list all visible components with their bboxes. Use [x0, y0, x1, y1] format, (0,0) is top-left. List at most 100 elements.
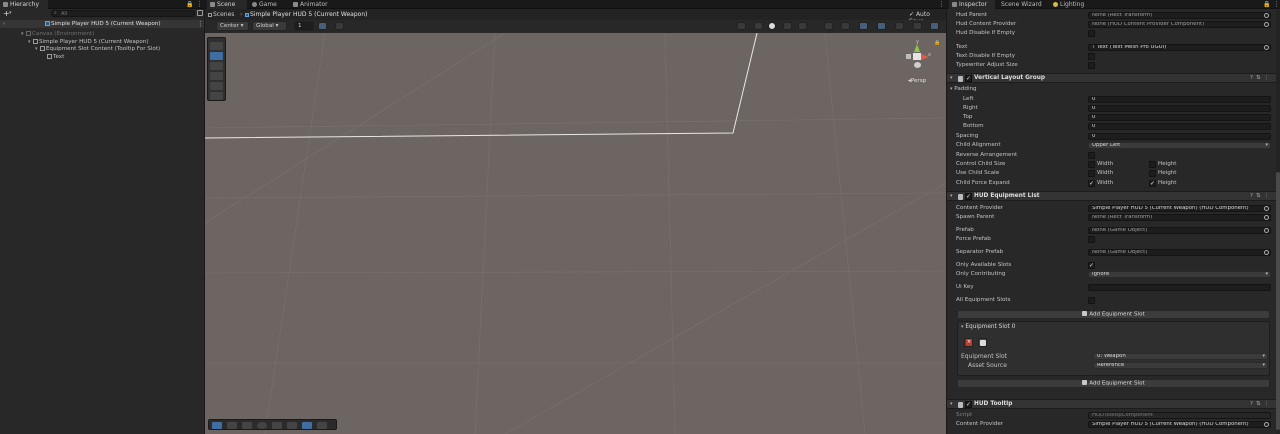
pivot-dropdown[interactable]: Center ▾ [216, 21, 249, 31]
camera-icon[interactable] [859, 22, 868, 30]
object-picker-icon[interactable] [1264, 422, 1269, 427]
gizmos-icon[interactable] [877, 22, 886, 30]
breadcrumb-current[interactable]: Simple Player HUD 5 (Current Weapon) [245, 11, 367, 18]
audio-toggle-icon[interactable] [783, 22, 792, 30]
only-contributing-dropdown[interactable]: Ignore [1088, 271, 1271, 278]
text-field[interactable]: T Text (Text Mesh Pro UGUI) [1088, 44, 1271, 51]
add-equipment-slot-button[interactable]: Add Equipment Slot [957, 310, 1270, 319]
scene-menu-icon[interactable]: ⋮ [938, 0, 945, 8]
overlay-search-icon[interactable] [287, 422, 297, 429]
move-tool-icon[interactable] [210, 52, 223, 60]
hud-content-provider-field[interactable]: None (HUD Content Provider Component) [1088, 21, 1271, 28]
child-alignment-dropdown[interactable]: Upper Left [1088, 142, 1271, 149]
rotate-tool-icon[interactable] [210, 62, 223, 70]
orientation-gizmo[interactable]: y x [903, 39, 933, 75]
back-arrow-icon[interactable]: ‹ [3, 20, 5, 28]
filter-icon[interactable] [197, 10, 203, 16]
scene-root-menu-icon[interactable]: ⋮ [197, 20, 204, 28]
gizmo-lock-icon[interactable]: 🔒 [934, 40, 940, 46]
search-input[interactable]: ⌕ All [51, 10, 195, 17]
overlay-move-icon[interactable] [212, 422, 222, 429]
object-picker-icon[interactable] [1264, 215, 1269, 220]
scene-viewport[interactable]: y x ◂Persp 🔒 [205, 33, 946, 434]
add-equipment-slot-button-2[interactable]: Add Equipment Slot [957, 379, 1270, 388]
object-picker-icon[interactable] [1264, 22, 1269, 27]
tab-scene-wizard[interactable]: Scene Wizard [998, 0, 1046, 9]
all-equipment-slots-checkbox[interactable] [1088, 297, 1095, 304]
component-header-icons[interactable]: ?⇅⋮ [1250, 192, 1272, 201]
component-enabled-checkbox[interactable]: ✓ [965, 401, 972, 408]
tab-lighting[interactable]: Lighting [1050, 0, 1090, 9]
padding-top-input[interactable]: 0 [1088, 114, 1271, 121]
breadcrumb-scenes[interactable]: Scenes [208, 11, 234, 18]
inspector-scroll-thumb[interactable] [1276, 172, 1280, 430]
padding-right-input[interactable]: 0 [1088, 105, 1271, 112]
component-header-icons[interactable]: ?⇅⋮ [1250, 400, 1272, 409]
persp-label[interactable]: ◂Persp [908, 78, 926, 84]
increment-snap-icon[interactable] [335, 22, 344, 30]
hud-equipment-list-header[interactable]: ▾ ✓ HUD Equipment List ?⇅⋮ [947, 191, 1280, 201]
only-available-slots-checkbox[interactable]: ✓ [1088, 262, 1095, 269]
vertical-layout-group-header[interactable]: ▾ ✓ Vertical Layout Group ?⇅⋮ [947, 73, 1280, 83]
effects-toggle-icon[interactable] [798, 22, 807, 30]
hierarchy-item[interactable]: ▾ Equipment Slot Content (Tooltip For Slo… [35, 45, 204, 53]
overlay-anchor-icon[interactable] [227, 422, 237, 429]
text-disable-if-empty-checkbox[interactable] [1088, 53, 1095, 60]
space-dropdown[interactable]: Global ▾ [252, 21, 287, 31]
scene-settings-icon[interactable] [930, 22, 939, 30]
padding-left-input[interactable]: 0 [1088, 96, 1271, 103]
equipment-slot-dropdown[interactable]: 0: Weapon [1093, 353, 1268, 360]
fold-arrow-icon[interactable]: ▾ [950, 400, 953, 409]
transform-tool-icon[interactable] [210, 92, 223, 100]
padding-row[interactable]: ▾ Padding [947, 85, 1275, 94]
tab-game[interactable]: Game [249, 0, 287, 9]
object-picker-icon[interactable] [1264, 250, 1269, 255]
rect-tool-icon[interactable] [210, 82, 223, 90]
neg-y-axis-icon[interactable] [914, 62, 921, 68]
padding-bottom-input[interactable]: 0 [1088, 123, 1271, 130]
component-enabled-checkbox[interactable]: ✓ [965, 75, 972, 82]
reverse-arrangement-checkbox[interactable] [1088, 152, 1095, 159]
hidden-objects-icon[interactable] [824, 22, 833, 30]
hand-tool-icon[interactable] [210, 42, 223, 50]
equipment-slot-title[interactable]: ▾ Equipment Slot 0 [961, 324, 1015, 330]
grid-snap-icon[interactable] [318, 22, 327, 30]
object-picker-icon[interactable] [1264, 13, 1269, 18]
hud-disable-if-empty-checkbox[interactable] [1088, 30, 1095, 37]
draw-mode-icon[interactable] [737, 22, 746, 30]
tab-animator[interactable]: Animator [290, 0, 340, 9]
fold-arrow-icon[interactable]: ▾ [961, 324, 964, 330]
expand-width-checkbox[interactable]: ✓ [1088, 180, 1095, 187]
overlay-grid-icon[interactable] [242, 422, 252, 429]
overlay-circle-icon[interactable] [257, 422, 267, 429]
layers-icon[interactable] [913, 22, 922, 30]
component-header-icons[interactable]: ?⇅⋮ [1250, 74, 1272, 83]
scale-height-checkbox[interactable] [1149, 170, 1156, 177]
fold-arrow-icon[interactable]: ▾ [950, 86, 953, 92]
y-axis-icon[interactable] [914, 44, 920, 52]
prefab-field[interactable]: None (Game Object) [1088, 227, 1271, 234]
inspector-lock-icon[interactable]: 🔒 [1263, 1, 1270, 8]
component-enabled-checkbox[interactable]: ✓ [965, 193, 972, 200]
asset-source-dropdown[interactable]: Reference [1093, 362, 1268, 369]
scene-root-row[interactable]: ‹ Simple Player HUD 5 (Current Weapon) ⋮ [0, 20, 204, 28]
fold-arrow-icon[interactable]: ▾ [950, 74, 953, 83]
more-menu-icon[interactable]: ⋮ [196, 0, 203, 8]
object-picker-icon[interactable] [1264, 45, 1269, 50]
typewriter-adjust-size-checkbox[interactable] [1088, 62, 1095, 69]
inspector-menu-icon[interactable]: ⋮ [1273, 0, 1280, 8]
spacing-input[interactable]: 0 [1088, 133, 1271, 140]
object-picker-icon[interactable] [1264, 228, 1269, 233]
hud-tooltip-header[interactable]: ▾ ✓ HUD Tooltip ?⇅⋮ [947, 399, 1280, 409]
edit-slot-button[interactable] [978, 338, 987, 347]
separator-prefab-field[interactable]: None (Game Object) [1088, 249, 1271, 256]
gizmo-cube-icon[interactable] [913, 53, 921, 60]
overlay-snap-icon[interactable] [302, 422, 312, 429]
content-provider-field[interactable]: Simple Player HUD 5 (Current Weapon) (HU… [1088, 205, 1271, 212]
lock-icon[interactable]: 🔒 [186, 1, 193, 8]
hud-parent-field[interactable]: None (Rect Transform) [1088, 12, 1271, 19]
force-prefab-checkbox[interactable] [1088, 236, 1095, 243]
control-width-checkbox[interactable] [1088, 161, 1095, 168]
overlay-camera-icon[interactable] [317, 422, 327, 429]
tab-inspector[interactable]: Inspector [949, 0, 995, 9]
